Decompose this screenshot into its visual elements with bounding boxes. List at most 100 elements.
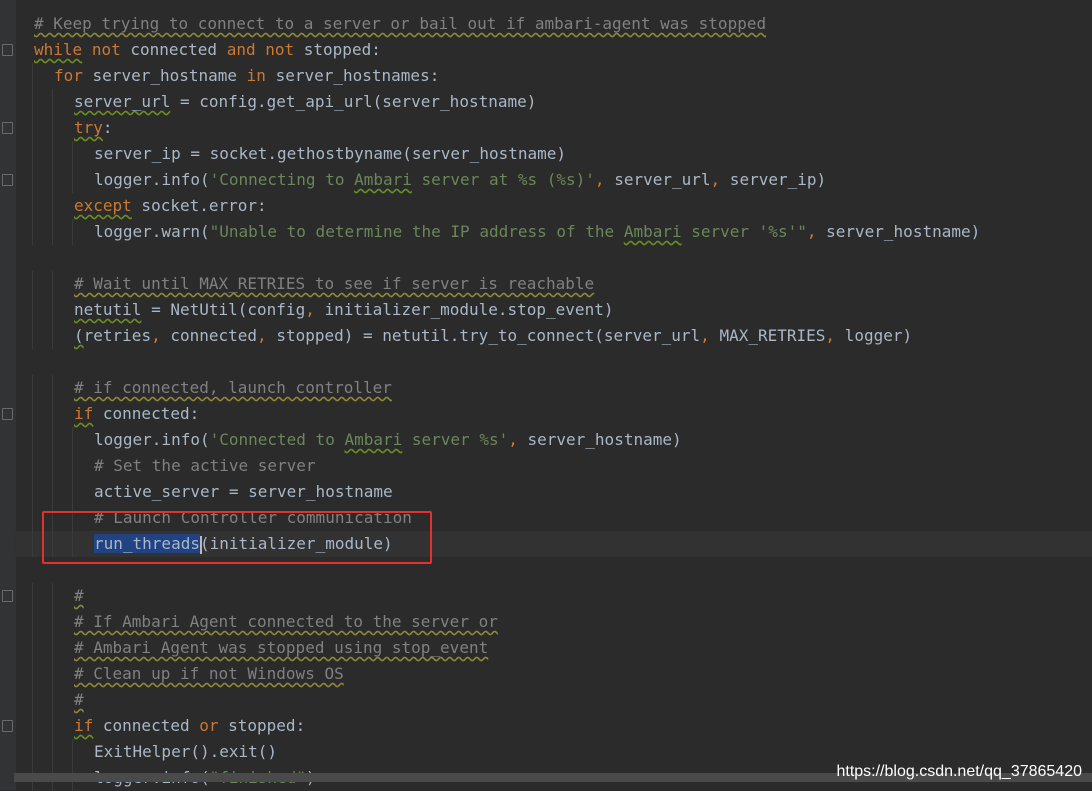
code-text: logger.info('Connecting to Ambari server… (14, 170, 826, 189)
code-text: active_server = server_hostname (14, 482, 393, 501)
code-line[interactable]: logger.info('Connected to Ambari server … (14, 427, 1092, 453)
code-text: # Wait until MAX_RETRIES to see if serve… (14, 274, 594, 293)
watermark-text: https://blog.csdn.net/qq_37865420 (836, 763, 1082, 780)
code-token: server_ip) (720, 170, 827, 189)
indent-guide (32, 323, 33, 349)
code-line[interactable] (14, 349, 1092, 375)
code-token: connected (160, 326, 258, 345)
indent-guide (32, 89, 33, 115)
code-line[interactable]: # Ambari Agent was stopped using stop_ev… (14, 635, 1092, 661)
code-token: , (508, 430, 518, 449)
code-line[interactable]: (retries, connected, stopped) = netutil.… (14, 323, 1092, 349)
code-token: and (226, 40, 256, 59)
code-token: : (102, 118, 113, 137)
code-token: = config.get_api_url(server_hostname) (170, 92, 537, 111)
indent-guide (32, 167, 33, 193)
code-token: # Keep trying to connect to a server or … (34, 14, 767, 33)
code-line[interactable]: except socket.error: (14, 193, 1092, 219)
indent-guide (32, 193, 33, 219)
code-line[interactable]: netutil = NetUtil(config, initializer_mo… (14, 297, 1092, 323)
code-token: stopped) = netutil.try_to_connect(server… (266, 326, 701, 345)
code-line[interactable]: for server_hostname in server_hostnames: (14, 63, 1092, 89)
code-editor[interactable]: # Keep trying to connect to a server or … (14, 11, 1092, 791)
indent-guide (32, 739, 33, 765)
code-line[interactable]: if connected or stopped: (14, 713, 1092, 739)
fold-marker-icon[interactable] (2, 408, 13, 420)
code-token: or (199, 716, 219, 735)
indent-guide (32, 141, 33, 167)
fold-marker-icon[interactable] (2, 174, 13, 186)
code-text: # Keep trying to connect to a server or … (14, 14, 766, 33)
fold-marker-icon[interactable] (2, 44, 13, 56)
indent-guide (52, 609, 53, 635)
code-token: logger.warn( (94, 222, 210, 241)
indent-guide (32, 687, 33, 713)
code-text: # Ambari Agent was stopped using stop_ev… (14, 638, 488, 657)
indent-guide (52, 583, 53, 609)
code-line[interactable]: active_server = server_hostname (14, 479, 1092, 505)
indent-guide (72, 167, 73, 193)
code-token: if (74, 716, 94, 735)
code-token: Ambari (354, 170, 412, 189)
code-token: stopped: (218, 716, 306, 735)
code-text: # Clean up if not Windows OS (14, 664, 344, 683)
code-line[interactable]: server_ip = socket.gethostbyname(server_… (14, 141, 1092, 167)
code-token: , (710, 170, 721, 189)
code-token: if (74, 404, 94, 423)
code-token: initializer_module.stop_event) (314, 300, 614, 319)
code-token: , (700, 326, 710, 345)
code-line[interactable]: logger.warn("Unable to determine the IP … (14, 219, 1092, 245)
code-line[interactable]: # Keep trying to connect to a server or … (14, 11, 1092, 37)
code-line[interactable]: if connected: (14, 401, 1092, 427)
indent-guide (32, 479, 33, 505)
code-line[interactable]: # Clean up if not Windows OS (14, 661, 1092, 687)
code-text: (retries, connected, stopped) = netutil.… (14, 326, 912, 345)
code-line[interactable]: # If Ambari Agent connected to the serve… (14, 609, 1092, 635)
code-text: # (14, 586, 84, 605)
code-line[interactable]: try: (14, 115, 1092, 141)
indent-guide (52, 427, 53, 453)
fold-marker-icon[interactable] (2, 720, 13, 732)
code-token: retries (83, 326, 152, 345)
code-line[interactable]: # Wait until MAX_RETRIES to see if serve… (14, 271, 1092, 297)
code-line[interactable]: # Set the active server (14, 453, 1092, 479)
code-line[interactable] (14, 245, 1092, 271)
code-token: for (54, 66, 83, 85)
code-token: logger) (835, 326, 913, 345)
code-line[interactable]: # if connected, launch controller (14, 375, 1092, 401)
code-token: server at %s (%s)' (411, 170, 595, 189)
code-line[interactable]: logger.info('Connecting to Ambari server… (14, 167, 1092, 193)
code-token: Ambari (344, 430, 403, 449)
code-text: # If Ambari Agent connected to the serve… (14, 612, 498, 631)
code-text: if connected: (14, 404, 199, 423)
code-line[interactable]: # (14, 583, 1092, 609)
indent-guide (52, 167, 53, 193)
code-text: server_url = config.get_api_url(server_h… (14, 92, 536, 111)
indent-guide (52, 401, 53, 427)
code-token: server_hostname) (816, 222, 981, 241)
fold-marker-icon[interactable] (2, 122, 13, 134)
code-token: # If Ambari Agent connected to the serve… (74, 612, 498, 631)
indent-guide (32, 271, 33, 297)
code-line[interactable]: # (14, 687, 1092, 713)
code-token: except (74, 196, 132, 215)
code-text: for server_hostname in server_hostnames: (14, 66, 439, 85)
code-token: server %s' (402, 430, 509, 449)
code-line[interactable]: server_url = config.get_api_url(server_h… (14, 89, 1092, 115)
indent-guide (32, 531, 33, 557)
code-line[interactable]: while not connected and not stopped: (14, 37, 1092, 63)
indent-guide (52, 453, 53, 479)
code-line[interactable]: ExitHelper().exit() (14, 739, 1092, 765)
indent-guide (72, 453, 73, 479)
indent-guide (32, 453, 33, 479)
code-token: server_hostnames: (265, 66, 440, 85)
indent-guide (32, 115, 33, 141)
code-token: connected: (93, 404, 200, 423)
code-text: # Set the active server (14, 456, 316, 475)
fold-marker-icon[interactable] (2, 590, 13, 602)
code-text: if connected or stopped: (14, 716, 305, 735)
code-token: 'Connecting to (209, 170, 355, 189)
code-token: in (246, 66, 266, 85)
code-token: connected (93, 716, 200, 735)
